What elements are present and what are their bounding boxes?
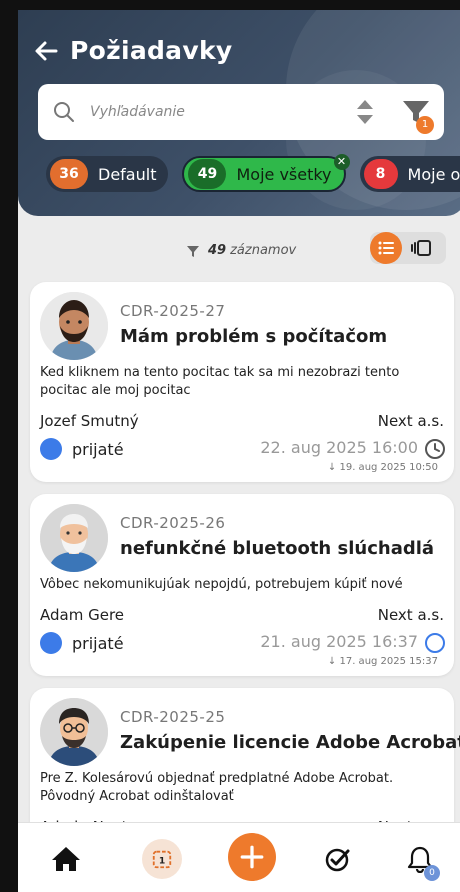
status: prijaté [40, 438, 124, 460]
avatar [40, 698, 108, 766]
chip-moje-otvorene[interactable]: 8 Moje ot [359, 156, 460, 192]
calendar-number: 1 [159, 856, 165, 867]
chip-count: 49 [188, 159, 227, 189]
request-code: CDR-2025-26 [120, 514, 226, 532]
assignee-name: Next a.s. [377, 606, 444, 624]
request-code: CDR-2025-25 [120, 708, 226, 726]
progress-ring-icon [424, 632, 446, 654]
bottom-navigation: 1 0 [18, 822, 460, 892]
notification-badge: 0 [424, 865, 440, 881]
filter-count-badge: 1 [416, 116, 434, 134]
status-label: prijaté [72, 439, 124, 459]
title-row: Požiadavky [32, 36, 232, 65]
chip-default[interactable]: 36 Default [46, 156, 169, 192]
plus-icon [240, 845, 264, 869]
due-date: 22. aug 2025 16:00 [260, 438, 418, 457]
request-description: Pre Z. Kolesárovú objednať predplatné Ad… [40, 771, 394, 804]
request-title: Mám problém s počítačom [120, 326, 388, 347]
requester-name: Adam Gere [40, 606, 125, 624]
list-view-icon[interactable] [370, 232, 402, 264]
status: prijaté [40, 632, 124, 654]
search-icon [52, 100, 76, 124]
request-description: Ked kliknem na tento pocitac tak sa mi n… [40, 365, 400, 398]
due-date: 21. aug 2025 16:37 [260, 632, 418, 651]
chip-label: Default [98, 164, 157, 184]
clock-icon [424, 438, 446, 460]
header: Požiadavky 1 36 Default 49 Moje všetky [18, 10, 460, 216]
card-view-icon[interactable] [402, 232, 442, 264]
filter-icon[interactable]: 1 [400, 96, 434, 134]
app-screen: Požiadavky 1 36 Default 49 Moje všetky [18, 10, 460, 892]
close-icon[interactable]: ✕ [333, 154, 350, 170]
back-arrow-icon[interactable] [32, 37, 60, 65]
filter-chips: 36 Default 49 Moje všetky ✕ 8 Moje ot [46, 154, 460, 192]
filter-small-icon [187, 245, 199, 257]
created-date: ↓ 19. aug 2025 10:50 [327, 462, 438, 473]
add-request-button[interactable] [228, 833, 276, 881]
home-icon[interactable] [46, 839, 86, 879]
chip-count: 8 [363, 159, 398, 189]
avatar [40, 504, 108, 572]
request-card[interactable]: CDR-2025-27 Mám problém s počítačom Ked … [30, 282, 454, 482]
records-number: 49 [208, 243, 227, 258]
page-title: Požiadavky [70, 36, 233, 65]
request-title: nefunkčné bluetooth slúchadlá [120, 538, 435, 559]
calendar-icon: 1 [142, 839, 182, 879]
status-dot-icon [40, 632, 62, 654]
status-dot-icon [40, 438, 62, 460]
view-toggle [370, 232, 446, 264]
calendar-nav[interactable]: 1 [142, 839, 182, 879]
request-title: Zakúpenie licencie Adobe Acrobat [120, 732, 460, 753]
requester-name: Jozef Smutný [40, 412, 139, 430]
records-count: 49 záznamov [186, 243, 296, 258]
chip-count: 36 [50, 159, 88, 189]
search-input[interactable] [90, 104, 354, 120]
assignee-name: Next a.s. [377, 412, 444, 430]
chip-moje-vsetky[interactable]: 49 Moje všetky ✕ [182, 154, 350, 192]
records-label: záznamov [230, 243, 297, 258]
tasks-icon[interactable] [318, 839, 358, 879]
sort-icon[interactable] [354, 98, 376, 126]
created-date: ↓ 17. aug 2025 15:37 [327, 656, 438, 667]
request-card[interactable]: CDR-2025-26 nefunkčné bluetooth slúchadl… [30, 494, 454, 676]
request-description: Vôbec nekomunikujúak nepojdú, potrebujem… [40, 577, 403, 592]
bell-icon[interactable]: 0 [400, 839, 440, 881]
avatar [40, 292, 108, 360]
search-bar: 1 [38, 84, 444, 140]
chip-label: Moje ot [407, 164, 460, 184]
chip-label: Moje všetky [236, 164, 332, 184]
status-label: prijaté [72, 633, 124, 653]
request-code: CDR-2025-27 [120, 302, 226, 320]
